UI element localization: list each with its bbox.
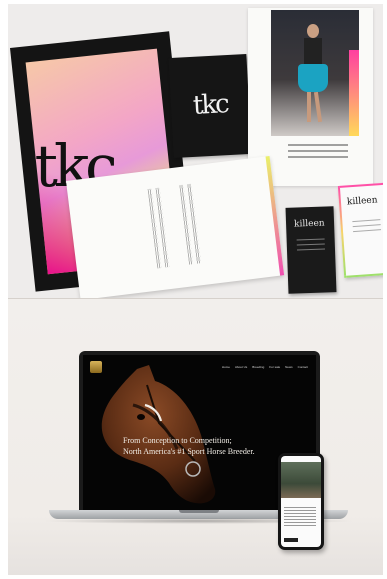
square-logo-card: tkc [168, 54, 252, 158]
phone-cta-button[interactable] [284, 538, 298, 542]
business-card-light: killeen [337, 182, 383, 278]
phone-screen [281, 456, 321, 547]
phone-body-text [284, 507, 316, 528]
business-card-dark: killeen [285, 206, 337, 294]
site-nav: Home About Us Breeding For sale News Con… [222, 365, 308, 369]
nav-item-contact[interactable]: Contact [298, 365, 308, 369]
nav-item-for-sale[interactable]: For sale [269, 365, 280, 369]
business-card-light-name: killeen [346, 195, 378, 208]
business-card-dark-details [296, 238, 326, 255]
model-head [307, 24, 319, 38]
business-card-dark-name: killeen [293, 218, 325, 230]
model-leg [307, 92, 311, 122]
nav-item-news[interactable]: News [285, 365, 293, 369]
business-card-light-details [352, 219, 382, 236]
phone-mockup [278, 453, 324, 550]
nav-item-about[interactable]: About Us [235, 365, 247, 369]
nav-item-home[interactable]: Home [222, 365, 230, 369]
hero-line-1: From Conception to Competition; [123, 436, 232, 445]
website-mockup-panel: Home About Us Breeding For sale News Con… [8, 299, 383, 575]
model-dress [298, 64, 328, 92]
laptop-notch [179, 510, 219, 513]
model-leg [313, 91, 323, 123]
model-body [304, 38, 322, 64]
site-logo-crest[interactable] [90, 361, 102, 373]
runway-photo [271, 10, 359, 136]
portfolio-frame: tkc tkc killeen killeen Home About Us Br… [0, 0, 387, 579]
open-booklet [66, 156, 285, 299]
branding-mockup-panel: tkc tkc killeen killeen [8, 4, 383, 299]
nav-item-breeding[interactable]: Breeding [252, 365, 264, 369]
phone-hero-photo [281, 462, 321, 498]
square-card-logo: tkc [192, 89, 229, 121]
runway-caption-lines [288, 144, 348, 162]
